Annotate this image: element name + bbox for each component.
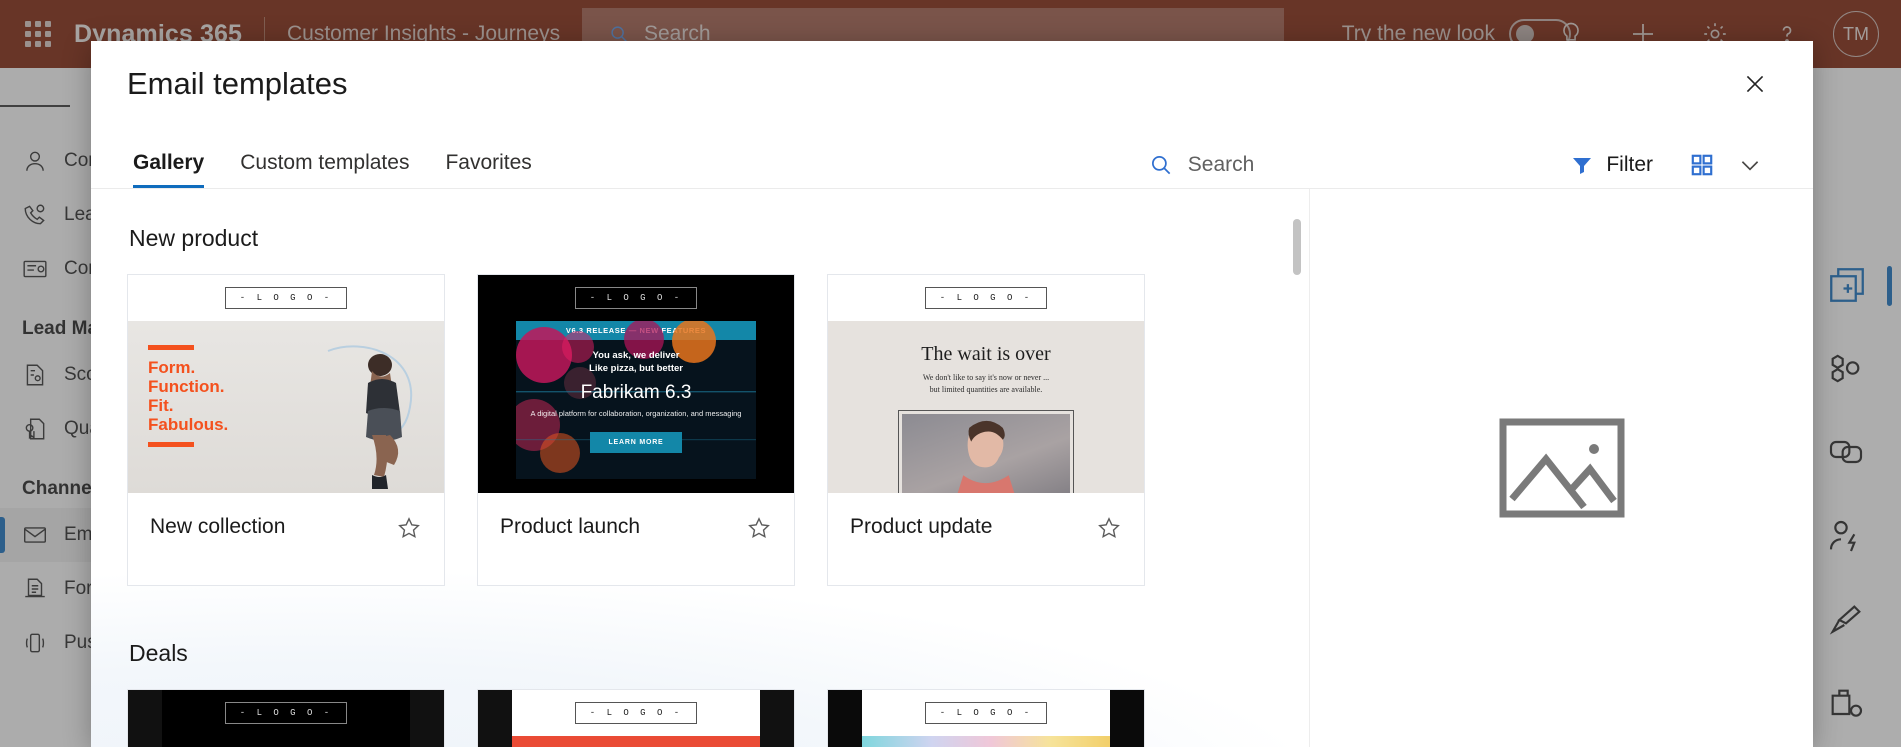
thumb-hero: The wait is over We don't like to say it…: [828, 321, 1144, 493]
section-title-deals: Deals: [129, 640, 188, 666]
subtext-line: We don't like to say it's now or never .…: [922, 373, 1050, 382]
hero-line: Fit.: [148, 396, 174, 416]
search-placeholder: Search: [1187, 153, 1255, 176]
search-input[interactable]: Search: [1148, 152, 1255, 178]
banner-text: the cyber monday sale: [512, 736, 760, 747]
search-icon: [1148, 152, 1174, 178]
hero-line: Form.: [148, 358, 196, 377]
grid-view-icon[interactable]: [1689, 152, 1715, 178]
close-icon[interactable]: [1733, 62, 1777, 106]
card-footer: Product launch: [478, 493, 794, 585]
gradient-banner: [862, 736, 1110, 747]
logo-placeholder: - L O G O -: [574, 702, 698, 724]
email-templates-dialog: Email templates Gallery Custom templates…: [91, 41, 1813, 747]
cta-button: LEARN MORE: [590, 431, 682, 453]
template-card[interactable]: - L O G O -: [827, 689, 1145, 747]
template-card[interactable]: - L O G O - EARLY ACCESS STARTS NOW: [127, 689, 445, 747]
thumb-logo-bar: - L O G O -: [478, 275, 794, 321]
logo-placeholder: - L O G O -: [924, 702, 1048, 724]
template-thumbnail: - L O G O - EARLY ACCESS STARTS NOW: [128, 690, 444, 747]
tab-gallery[interactable]: Gallery: [127, 151, 222, 188]
filter-button[interactable]: Filter: [1554, 153, 1669, 177]
logo-placeholder: - L O G O -: [924, 287, 1048, 309]
template-card[interactable]: - L O G O - The wait is over We don't li…: [827, 274, 1145, 586]
tab-favorites[interactable]: Favorites: [427, 151, 549, 188]
command-bar-actions: Search Filter: [1148, 152, 1777, 188]
star-outline-icon[interactable]: [396, 515, 422, 541]
template-card[interactable]: - L O G O - Form. Function. Fit. Fabulou…: [127, 274, 445, 586]
hero-photo: [957, 420, 1015, 493]
template-name: New collection: [150, 515, 286, 538]
thumb-hero: Form. Function. Fit. Fabulous.: [128, 321, 444, 493]
headline: Fabrikam 6.3: [580, 381, 692, 403]
hero-photo: [327, 345, 413, 489]
thumb-logo-bar: - L O G O -: [512, 690, 760, 736]
hero-photo-frame: [898, 410, 1074, 493]
kicker-line: You ask, we deliver: [592, 350, 680, 361]
star-outline-icon[interactable]: [1096, 515, 1122, 541]
headline: The wait is over: [921, 343, 1051, 365]
image-placeholder-icon: [1498, 417, 1626, 519]
template-thumbnail: - L O G O - V6.3 RELEASE — NEW FEATURES: [478, 275, 794, 493]
caption-text: EARLY ACCESS STARTS NOW: [162, 736, 410, 747]
subtext-line: but limited quantities are available.: [929, 385, 1043, 394]
template-gallery: New product - L O G O - Form. Function. …: [91, 189, 1309, 747]
template-thumbnail: - L O G O - The wait is over We don't li…: [828, 275, 1144, 493]
template-thumbnail: - L O G O -: [828, 690, 1144, 747]
hero-line: Fabulous.: [148, 415, 229, 435]
template-thumbnail: - L O G O - Form. Function. Fit. Fabulou…: [128, 275, 444, 493]
gallery-scroll-region[interactable]: New product - L O G O - Form. Function. …: [91, 189, 1309, 747]
template-name: Product launch: [500, 515, 641, 538]
logo-placeholder: - L O G O -: [574, 287, 698, 309]
thumb-logo-bar: - L O G O -: [828, 275, 1144, 321]
banner-text: V6.3 RELEASE — NEW FEATURES: [516, 321, 756, 340]
view-toggle[interactable]: [1669, 152, 1777, 178]
thumb-logo-bar: - L O G O -: [862, 690, 1110, 736]
tab-custom-templates[interactable]: Custom templates: [222, 151, 427, 188]
template-card[interactable]: - L O G O - the cyber monday sale: [477, 689, 795, 747]
thumb-logo-bar: - L O G O -: [162, 690, 410, 736]
dialog-header: Email templates: [91, 41, 1813, 127]
card-footer: New collection: [128, 493, 444, 585]
app-root: Contacts Leads Consent: [0, 0, 1901, 747]
card-row-deals: - L O G O - EARLY ACCESS STARTS NOW: [127, 689, 1273, 747]
subtext: A digital platform for collaboration, or…: [530, 408, 742, 418]
filter-label: Filter: [1606, 153, 1653, 176]
tab-list: Gallery Custom templates Favorites: [127, 151, 550, 188]
chevron-down-icon[interactable]: [1737, 152, 1763, 178]
card-row-new-product: - L O G O - Form. Function. Fit. Fabulou…: [127, 274, 1273, 586]
thumb-logo-bar: - L O G O -: [128, 275, 444, 321]
kicker-line: Like pizza, but better: [589, 362, 683, 374]
thumb-hero: V6.3 RELEASE — NEW FEATURES You ask, we …: [478, 321, 794, 493]
page-title: Email templates: [127, 66, 348, 101]
logo-placeholder: - L O G O -: [224, 702, 348, 724]
scrollbar-thumb[interactable]: [1293, 219, 1301, 275]
filter-icon: [1570, 153, 1594, 177]
template-name: Product update: [850, 515, 993, 538]
logo-placeholder: - L O G O -: [224, 287, 348, 309]
gallery-scrollbar[interactable]: [1293, 219, 1301, 737]
hero-line: Function.: [148, 377, 225, 397]
card-footer: Product update: [828, 493, 1144, 585]
template-thumbnail: - L O G O - the cyber monday sale: [478, 690, 794, 747]
section-title-new-product: New product: [129, 225, 259, 251]
template-card[interactable]: - L O G O - V6.3 RELEASE — NEW FEATURES: [477, 274, 795, 586]
dialog-body: New product - L O G O - Form. Function. …: [91, 189, 1813, 747]
dialog-command-bar: Gallery Custom templates Favorites Searc…: [91, 127, 1813, 189]
star-outline-icon[interactable]: [746, 515, 772, 541]
template-preview-pane: [1309, 189, 1813, 747]
